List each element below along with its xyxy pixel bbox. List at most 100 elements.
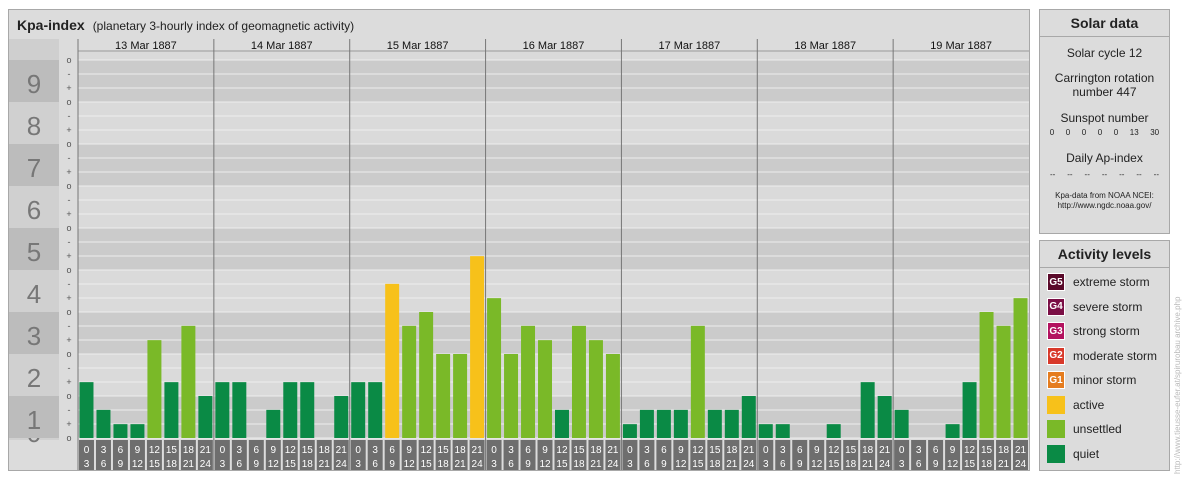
level-swatch: G5 [1047,273,1065,292]
sunspot-values: 0 0 0 0 0 13 30 [1040,128,1169,137]
ap-values: -- -- -- -- -- -- -- [1040,170,1169,179]
y-minor-mark: - [68,321,71,331]
interval-end: 18 [302,459,314,470]
kp-bar [521,325,536,438]
interval-end: 21 [998,459,1010,470]
kp-bar [232,382,247,438]
interval-start: 0 [84,445,90,456]
interval-start: 18 [998,445,1010,456]
kp-bar [622,424,637,438]
interval-end: 3 [763,459,769,470]
activity-levels-panel: Activity levels G5 extreme storm G4 severe … [1039,240,1170,471]
activity-level-item: quiet [1040,442,1169,467]
chart-subtitle: (planetary 3-hourly index of geomagnetic… [92,19,355,33]
kp-bar [198,396,213,438]
interval-end: 15 [964,459,976,470]
interval-start: 15 [302,445,314,456]
activity-heading: Activity levels [1040,241,1169,268]
interval-end: 6 [237,459,243,470]
interval-end: 6 [916,459,922,470]
level-label: moderate storm [1073,348,1158,363]
y-minor-mark: - [68,279,71,289]
interval-end: 15 [692,459,704,470]
interval-start: 21 [472,445,484,456]
interval-end: 24 [743,459,755,470]
interval-end: 18 [438,459,450,470]
kp-bar [470,256,485,438]
y-minor-mark: o [66,265,71,275]
y-major-label: 2 [27,363,41,393]
interval-start: 21 [200,445,212,456]
interval-start: 15 [981,445,993,456]
sunspot-value: 0 [1081,128,1087,137]
interval-end: 9 [661,459,667,470]
interval-end: 9 [933,459,939,470]
y-minor-mark: - [68,69,71,79]
activity-level-item: G5 extreme storm [1040,270,1169,295]
interval-end: 18 [709,459,721,470]
level-label: unsettled [1073,422,1122,437]
day-label: 14 Mar 1887 [251,40,313,52]
kp-bar [860,382,875,438]
kp-bar [707,409,722,438]
level-swatch: G1 [1047,371,1065,390]
interval-start: 9 [814,445,820,456]
kpa-chart-panel: 0123456789o+-o+-o+-o+-o+-o+-o+-o+-o+-o13… [8,9,1030,471]
interval-start: 6 [661,445,667,456]
y-major-label: 7 [27,153,41,183]
kpa-chart: 0123456789o+-o+-o+-o+-o+-o+-o+-o+-o+-o13… [9,39,1029,470]
interval-start: 9 [135,445,141,456]
y-minor-mark: o [66,223,71,233]
level-swatch [1047,395,1065,414]
kp-bar [487,298,502,438]
y-minor-mark: - [68,195,71,205]
kp-bar [775,424,790,438]
kp-bar [385,283,400,438]
interval-end: 24 [200,459,212,470]
y-minor-mark: - [68,363,71,373]
kp-bar [945,424,960,438]
interval-end: 18 [573,459,585,470]
kp-bar [605,354,620,438]
y-minor-mark: + [66,419,71,429]
interval-start: 9 [678,445,684,456]
interval-end: 3 [84,459,90,470]
interval-start: 12 [285,445,297,456]
interval-end: 6 [372,459,378,470]
interval-start: 21 [743,445,755,456]
level-label: extreme storm [1073,275,1150,290]
interval-end: 21 [319,459,331,470]
y-minor-mark: o [66,307,71,317]
y-minor-mark: - [68,153,71,163]
kp-band [78,312,1029,354]
kp-bar [894,409,909,438]
interval-start: 0 [899,445,905,456]
kp-bar [724,409,739,438]
kp-bar [690,325,705,438]
interval-start: 21 [336,445,348,456]
interval-start: 6 [525,445,531,456]
y-minor-mark: o [66,139,71,149]
level-label: strong storm [1073,324,1140,339]
activity-level-list: G5 extreme storm G4 severe storm G3 strong st… [1040,268,1169,466]
kp-bar [436,354,451,438]
kp-bar [368,382,383,438]
y-minor-mark: + [66,377,71,387]
interval-start: 3 [372,445,378,456]
interval-start: 15 [166,445,178,456]
interval-start: 12 [149,445,161,456]
kp-bar [419,312,434,438]
level-label: severe storm [1073,299,1143,314]
kp-bar [215,382,230,438]
ap-value: -- [1084,170,1090,179]
kp-bar [571,325,586,438]
day-label: 17 Mar 1887 [658,40,720,52]
solar-data-heading: Solar data [1040,10,1169,37]
kp-band [78,60,1029,102]
interval-end: 18 [166,459,178,470]
credit-text: http://www.tieusse-eufer.at/spirurobau a… [1173,296,1182,474]
interval-start: 18 [590,445,602,456]
interval-start: 12 [828,445,840,456]
chart-header: Kpa-index (planetary 3-hourly index of ge… [17,17,354,33]
kp-bar [113,424,128,438]
